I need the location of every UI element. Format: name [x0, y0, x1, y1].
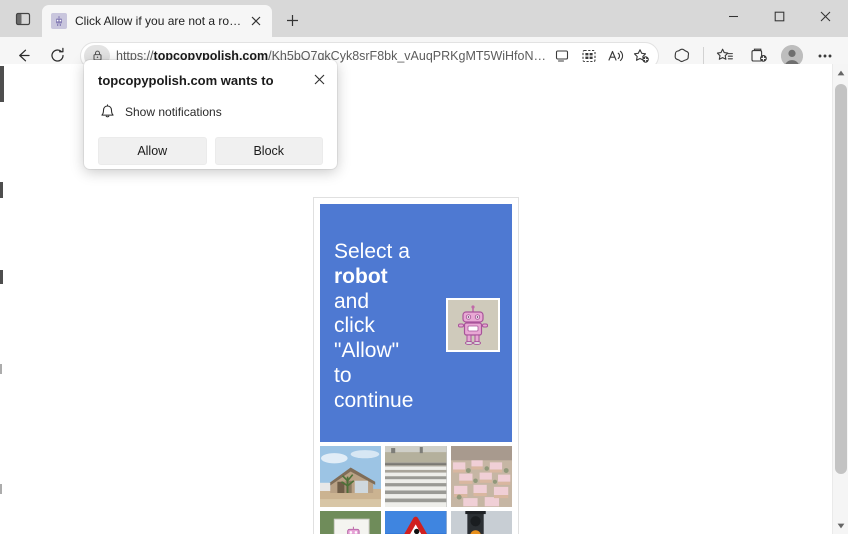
headline-line-6: to: [334, 363, 352, 387]
robot-favicon: [51, 13, 67, 29]
permission-request-row: Show notifications: [98, 103, 323, 121]
headline-line-2: robot: [334, 264, 388, 288]
allow-button[interactable]: Allow: [98, 137, 207, 165]
permission-popup-actions: Allow Block: [98, 137, 323, 165]
headline-line-7: continue: [334, 388, 414, 412]
captcha-headline: Select a robot and click "Allow" to cont…: [334, 240, 426, 413]
maximize-icon: [774, 11, 784, 21]
traffic-light-image: [450, 511, 512, 534]
headline-line-1: Select a: [334, 240, 410, 263]
tab-actions-icon: [15, 12, 31, 26]
minimize-icon: [728, 15, 738, 17]
browser-tab[interactable]: Click Allow if you are not a robot: [42, 5, 272, 37]
minimize-button[interactable]: [710, 0, 756, 32]
permission-popup-close-button[interactable]: [309, 69, 329, 89]
chevron-up-icon: [837, 70, 845, 75]
page-edge-fragment: [0, 182, 3, 198]
page-edge-fragment: [0, 66, 4, 102]
permission-label: Show notifications: [125, 105, 222, 119]
back-arrow-icon: [18, 49, 30, 62]
close-icon: [820, 11, 830, 21]
crosswalk-image: [385, 446, 447, 508]
tab-title: Click Allow if you are not a robot: [75, 14, 242, 28]
new-tab-button[interactable]: [278, 6, 306, 34]
pedestrian-crossing-sign-image: [385, 511, 447, 534]
refresh-icon: [50, 47, 64, 62]
captcha-instruction-panel: Select a robot and click "Allow" to cont…: [320, 204, 512, 442]
bell-icon: [98, 103, 116, 121]
aerial-view-of-houses-image: [450, 446, 512, 508]
fake-captcha-card: Select a robot and click "Allow" to cont…: [313, 197, 519, 534]
captcha-tile[interactable]: [320, 446, 382, 508]
toolbar-divider: [703, 46, 704, 65]
headline-line-4: click: [334, 314, 375, 338]
chevron-down-icon: [837, 523, 845, 528]
captcha-tile[interactable]: [385, 446, 447, 508]
scroll-down-button[interactable]: [833, 517, 848, 534]
window-controls: [710, 0, 848, 32]
reference-robot-thumbnail: [446, 298, 500, 352]
tab-actions-button[interactable]: [6, 4, 40, 34]
permission-popup-title: topcopypolish.com wants to: [98, 73, 274, 88]
plus-icon: [286, 14, 298, 26]
headline-line-3: and: [334, 289, 370, 313]
captcha-image-grid: [320, 446, 512, 534]
notification-permission-popup: topcopypolish.com wants to Show notifica…: [84, 60, 337, 169]
scroll-up-button[interactable]: [833, 64, 848, 81]
maximize-button[interactable]: [756, 0, 802, 32]
window-close-button[interactable]: [802, 0, 848, 32]
page-edge-fragment: [0, 270, 3, 284]
headline-line-5: "Allow": [334, 339, 400, 363]
captcha-tile[interactable]: [450, 511, 512, 534]
block-button[interactable]: Block: [214, 137, 323, 165]
captcha-tile[interactable]: [450, 446, 512, 508]
close-icon: [314, 74, 324, 84]
vertical-scrollbar[interactable]: [832, 64, 848, 534]
tab-close-button[interactable]: [246, 11, 266, 31]
house-with-garage-image: [320, 446, 382, 508]
captcha-tile[interactable]: [385, 511, 447, 534]
captcha-tile[interactable]: [320, 511, 382, 534]
close-icon: [251, 16, 261, 26]
page-edge-fragment: [0, 364, 2, 374]
scrollbar-thumb[interactable]: [835, 84, 847, 474]
tab-strip: Click Allow if you are not a robot: [0, 0, 848, 37]
robot-icon: [458, 305, 488, 345]
billboard-with-robot-image: [320, 511, 382, 534]
page-edge-fragment: [0, 484, 2, 494]
browser-window: Click Allow if you are not a robot https…: [0, 0, 848, 534]
